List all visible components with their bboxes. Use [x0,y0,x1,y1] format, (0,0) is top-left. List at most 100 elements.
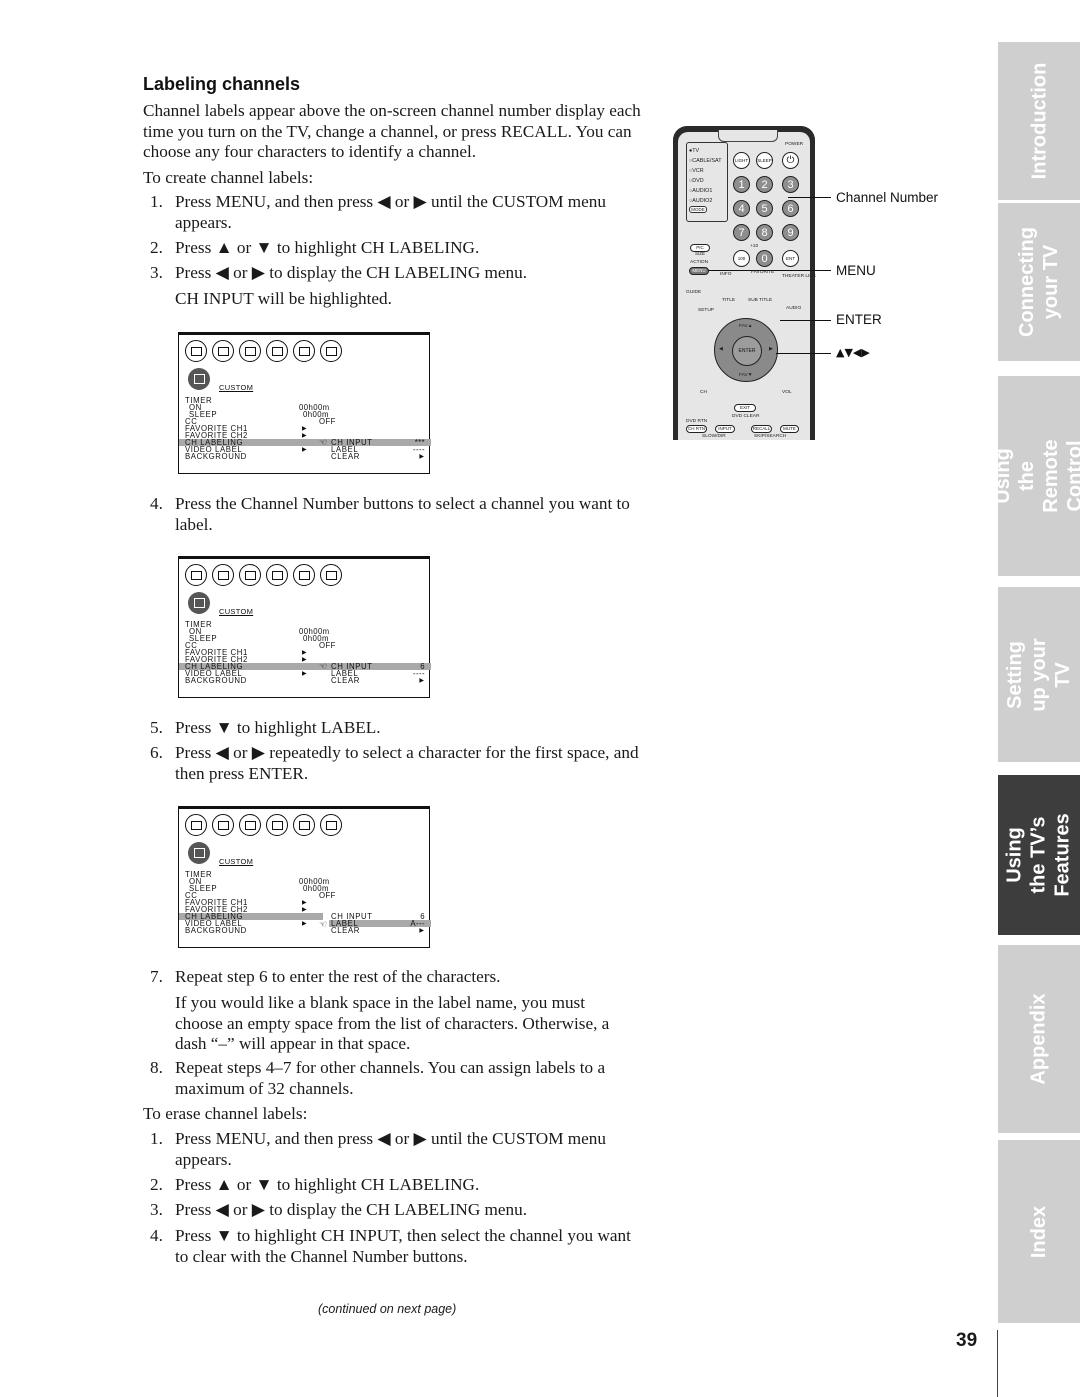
theater-link-label: THEATER LINK [782,274,817,279]
step-7-note: If you would like a blank space in the l… [175,993,610,1053]
selection-hand-icon: ☜ [319,438,328,448]
fav-ch1-arrow-icon: ▶ [302,899,307,906]
tab-label: Using the TV’s Features [1004,813,1075,897]
picture-icon [185,564,207,586]
step-number: 2. [150,1175,163,1194]
fav-ch2-arrow-icon: ▶ [302,656,307,663]
erase-step-2: 2. Press ▲ or ▼ to highlight CH LABELING. [150,1175,640,1196]
left-arrow-icon: ◀ [719,347,723,352]
recall-button: RECALL [751,425,772,433]
erase-step-4: 4. Press ▼ to highlight CH INPUT, then se… [150,1226,640,1267]
step-text: Press ◀ or ▶ repeatedly to select a char… [175,743,639,783]
cc-value: OFF [319,891,336,900]
vol-label: VOL [782,390,792,395]
ent-button: ENT [782,250,799,267]
audio-label: AUDIO [786,306,802,311]
side-tab-features[interactable]: Using the TV’s Features [998,775,1080,935]
menu-icon-row [185,564,342,586]
digit-7-button: 7 [733,224,750,241]
step-text: Press ▼ to highlight LABEL. [175,718,381,737]
digit-6-button: 6 [782,200,799,217]
digit-0-button: 0 [756,250,773,267]
step-number [150,289,175,310]
skip-search-label: SKIP/SEARCH [754,434,787,439]
mute-button: MUTE [780,425,799,433]
label-value: A--- [410,919,425,928]
step-number: 2. [150,238,163,257]
custom-menu-title: CUSTOM [219,383,254,392]
tab-label: Appendix [1028,993,1050,1085]
audio-icon [212,814,234,836]
side-tab-setting-up[interactable]: Setting up your TV [998,587,1080,762]
light-button: LIGHT [733,152,750,169]
sub-clear: CLEAR [331,676,360,685]
side-tab-appendix[interactable]: Appendix [998,945,1080,1133]
step-text: Press ◀ or ▶ to display the CH LABELING … [175,1200,528,1219]
digit-3-button: 3 [782,176,799,193]
page-number: 39 [956,1330,978,1351]
menu-row: BACKGROUND [185,676,247,685]
erase-step-3: 3. Press ◀ or ▶ to display the CH LABELIN… [150,1200,640,1221]
picture-icon [185,340,207,362]
digit-1-button: 1 [733,176,750,193]
sleep-button: SLEEP [756,152,773,169]
step-number: 3. [150,263,163,282]
audio-icon [212,564,234,586]
create-step-4: 4. Press the Channel Number buttons to se… [150,494,640,535]
callout-line-menu [708,270,831,271]
create-labels-intro: To create channel labels: [143,168,314,187]
create-step-5: 5. Press ▼ to highlight LABEL. [150,718,640,739]
setup-icon [266,564,288,586]
fav-ch1-arrow-icon: ▶ [302,425,307,432]
create-step-1: 1. Press MENU, and then press ◀ or ▶ unti… [150,192,640,233]
side-tab-index[interactable]: Index [998,1140,1080,1323]
menu-icon-row [185,814,342,836]
side-tab-remote-control[interactable]: Using the Remote Control [992,376,1080,576]
ch-label: CH [700,390,707,395]
create-step-3-note: CH INPUT will be highlighted. [150,289,640,310]
selection-hand-icon: ☜ [319,920,328,930]
side-tab-connecting[interactable]: Connecting your TV [998,203,1080,361]
step-number: 4. [150,494,163,513]
power-label: POWER [785,142,804,147]
side-tab-introduction[interactable]: Introduction [998,42,1080,200]
theater-icon [239,814,261,836]
osd-menu-screen-3: CUSTOM TIMER ON SLEEP CC FAVORITE CH1 FAVORITE… [178,806,431,948]
action-label: ACTION [690,260,709,265]
dvd-rtn-label: DVD RTN [686,419,708,424]
mode-cable-sat: ○CABLE/SAT [689,158,722,164]
input-button: INPUT [715,425,735,433]
page-rule [997,1330,998,1397]
step-number: 4. [150,1226,163,1245]
plus10-label: +10 [750,244,759,249]
audio-icon [212,340,234,362]
enter-button: ENTER [732,336,762,366]
power-button: ⏻ [782,152,799,169]
step-text: Repeat steps 4–7 for other channels. You… [175,1058,606,1098]
step-number: 5. [150,718,163,737]
custom-menu-title: CUSTOM [219,857,254,866]
custom-menu-title: CUSTOM [219,607,254,616]
video-label-arrow-icon: ▶ [302,446,307,453]
tab-label: Using the Remote Control [992,439,1080,513]
erase-step-1: 1. Press MENU, and then press ◀ or ▶ unti… [150,1129,640,1170]
video-label-arrow-icon: ▶ [302,670,307,677]
mode-audio2: ○AUDIO2 [689,198,713,204]
step-text: CH INPUT will be highlighted. [175,289,392,308]
custom-icon [293,814,315,836]
step-text: Press ▲ or ▼ to highlight CH LABELING. [175,1175,480,1194]
mode-audio1: ○AUDIO1 [689,188,713,194]
theater-icon [239,564,261,586]
exit-button: EXIT [734,404,756,412]
theater-icon [239,340,261,362]
step-text: Press ▲ or ▼ to highlight CH LABELING. [175,238,480,257]
label-value: ---- [413,669,425,678]
step-text: Press the Channel Number buttons to sele… [175,494,630,534]
mode-vcr: ○VCR [689,168,704,174]
lock-icon [320,564,342,586]
section-heading: Labeling channels [143,74,301,94]
clear-arrow-icon: ▶ [419,677,424,684]
callout-menu: MENU [836,263,876,278]
continued-note: (continued on next page) [318,1302,457,1316]
setup-label: SETUP [698,308,714,313]
